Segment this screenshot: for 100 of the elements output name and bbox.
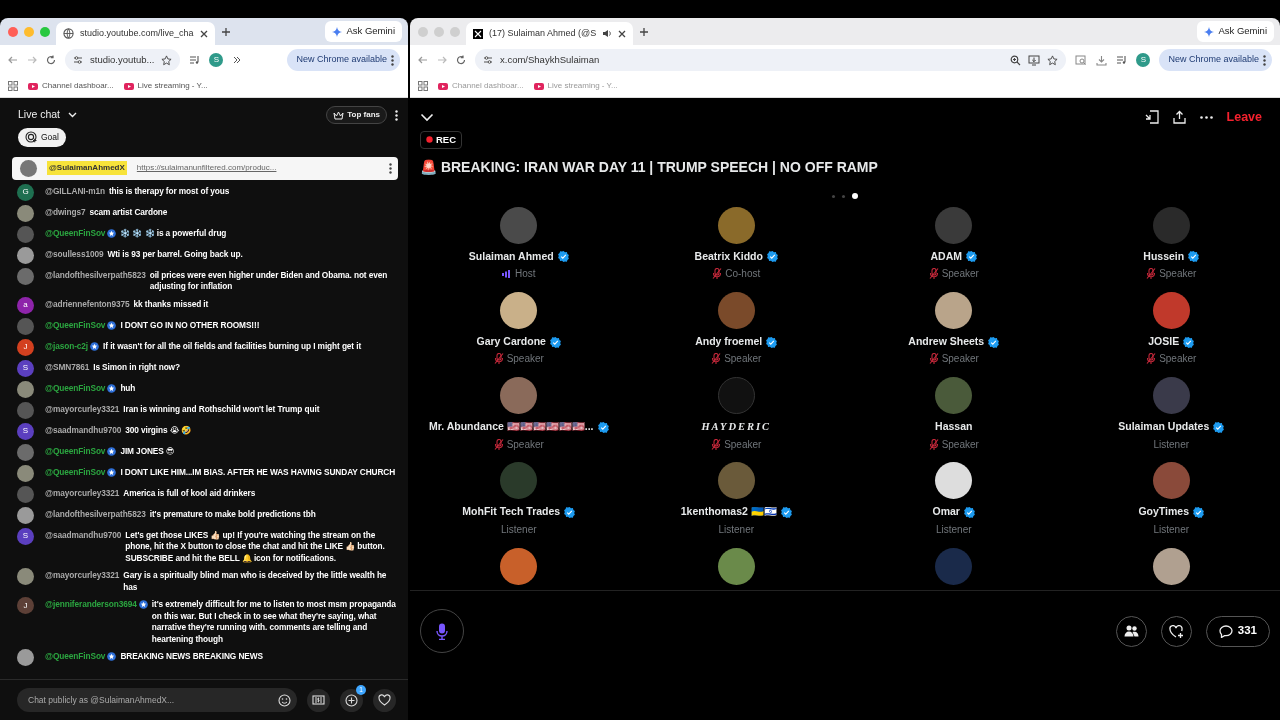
address-bar[interactable]: studio.youtub... xyxy=(65,49,181,71)
site-settings-icon[interactable] xyxy=(73,55,83,65)
avatar xyxy=(17,204,34,222)
participant-name: Andrew Sheets xyxy=(908,334,985,350)
participant-role: Listener xyxy=(718,522,755,537)
page-indicator-dot[interactable] xyxy=(842,194,845,198)
reload-icon[interactable] xyxy=(456,55,466,65)
url-text: studio.youtub... xyxy=(90,52,155,67)
play-logo-icon xyxy=(123,82,134,90)
participant-name: ADAM xyxy=(930,249,962,264)
people-icon xyxy=(1123,625,1139,637)
space-title: 🚨 BREAKING: IRAN WAR DAY 11 | TRUMP SPEECH | NO OFF RAMP xyxy=(420,158,879,177)
chat-author: @jason-c2j xyxy=(45,340,89,353)
heart-plus-icon xyxy=(1168,624,1184,638)
top-fans-button[interactable]: Top fans xyxy=(326,106,387,124)
chat-author: @SulaimanAhmedX xyxy=(47,161,127,176)
react-button[interactable] xyxy=(1160,615,1192,647)
avatar: a xyxy=(17,296,34,314)
chat-author: @SMN7861 xyxy=(45,361,90,374)
update-chrome-button[interactable]: New Chrome available xyxy=(287,49,400,71)
kebab-menu-icon[interactable] xyxy=(395,109,398,121)
back-icon[interactable] xyxy=(8,55,18,65)
new-tab-icon[interactable] xyxy=(639,26,650,37)
zoom-icon[interactable] xyxy=(1010,54,1022,66)
participant-role: Co-host xyxy=(725,267,761,282)
speech-bubble-icon xyxy=(1218,624,1233,638)
chat-message: Iran is winning and Rothschild won't let Trump quit xyxy=(123,403,320,416)
bookmark-link[interactable]: Channel dashboar... xyxy=(28,80,114,92)
apps-icon[interactable] xyxy=(418,81,428,91)
participant-name: MohFit Tech Trades xyxy=(462,504,561,520)
participant-role: Listener xyxy=(1153,522,1190,537)
avatar-photo xyxy=(717,462,755,500)
browser-tab[interactable]: studio.youtube.com/live_cha xyxy=(56,22,215,45)
participant-name: Hassan xyxy=(935,419,973,435)
close-tab-icon[interactable] xyxy=(199,29,208,38)
chat-author: @QueenFinSov xyxy=(45,445,106,458)
address-bar[interactable]: x.com/ShaykhSulaiman xyxy=(475,49,1067,71)
pinned-link[interactable]: https://sulaimanunfiltered.com/produc... xyxy=(136,162,277,175)
kebab-menu-icon[interactable] xyxy=(389,162,392,174)
target-icon xyxy=(25,131,37,144)
page-indicator-dot[interactable] xyxy=(852,193,858,199)
avatar-photo xyxy=(935,292,973,330)
participant-role: Speaker xyxy=(506,352,544,367)
chevrons-icon[interactable] xyxy=(232,55,243,65)
site-settings-icon[interactable] xyxy=(483,55,493,65)
browser-tab[interactable]: (17) Sulaiman Ahmed (@S xyxy=(466,22,634,45)
goal-button[interactable]: Goal xyxy=(18,128,66,147)
heart-button[interactable] xyxy=(373,688,396,712)
kebab-icon xyxy=(1263,54,1266,66)
avatar xyxy=(17,568,34,586)
chat-message: this is therapy for most of yous xyxy=(108,185,230,198)
update-chrome-button[interactable]: New Chrome available xyxy=(1159,49,1272,71)
chat-input-field[interactable]: Chat publicly as @SulaimanAhmedX... xyxy=(26,692,278,708)
microphone-button[interactable] xyxy=(420,609,464,653)
media-control-icon[interactable] xyxy=(189,55,201,65)
download-icon[interactable] xyxy=(1096,54,1108,66)
participant-role: Listener xyxy=(935,522,972,537)
page-indicator-dot[interactable] xyxy=(832,194,835,198)
sparkle-icon xyxy=(1204,26,1215,37)
chat-author: @QueenFinSov xyxy=(45,227,106,240)
chat-author: @soulless1009 xyxy=(45,248,104,261)
super-chat-button[interactable] xyxy=(307,688,330,712)
speaker-icon[interactable] xyxy=(602,29,613,38)
bookmark-star-icon[interactable] xyxy=(1047,54,1059,66)
emoji-icon[interactable] xyxy=(278,693,291,707)
microphone-icon xyxy=(436,622,448,640)
chat-author: @saadmandhu9700 xyxy=(45,424,122,437)
crown-icon xyxy=(333,110,345,120)
chat-author: @adriennefenton9375 xyxy=(45,298,130,311)
install-icon[interactable] xyxy=(1028,54,1041,66)
media-control-icon[interactable] xyxy=(1116,55,1128,65)
avatar xyxy=(17,225,34,243)
minimize-icon[interactable] xyxy=(1144,110,1159,125)
collapse-chevron-icon[interactable] xyxy=(420,112,434,122)
ask-gemini-button[interactable]: Ask Gemini xyxy=(1197,21,1274,42)
chat-title-dropdown[interactable]: Live chat xyxy=(18,107,61,123)
kebab-icon xyxy=(391,54,394,66)
member-badge-icon xyxy=(107,320,117,330)
chevron-down-icon[interactable] xyxy=(68,112,78,118)
share-icon[interactable] xyxy=(1172,110,1186,125)
leave-button[interactable]: Leave xyxy=(1226,108,1262,127)
chat-message: it's premature to make bold predictions tbh xyxy=(149,508,316,521)
avatar-photo xyxy=(717,207,755,244)
new-tab-icon[interactable] xyxy=(220,26,231,37)
close-tab-icon[interactable] xyxy=(618,29,627,38)
avatar-photo xyxy=(500,292,538,330)
chat-message: Wti is 93 per barrel. Going back up. xyxy=(107,248,243,261)
avatar xyxy=(17,317,34,335)
chat-input-bar[interactable]: Chat publicly as @SulaimanAhmedX... xyxy=(17,688,297,712)
people-button[interactable] xyxy=(1115,615,1147,647)
bookmark-star-icon[interactable] xyxy=(161,54,173,66)
more-options-icon[interactable] xyxy=(1199,115,1213,119)
participant-role: Speaker xyxy=(941,437,979,452)
avatar: J xyxy=(17,597,34,615)
ask-gemini-button[interactable]: Ask Gemini xyxy=(325,21,402,42)
apps-icon[interactable] xyxy=(8,81,18,91)
back-icon[interactable] xyxy=(418,55,428,65)
bookmark-link[interactable]: Live streaming - Y... xyxy=(123,80,208,92)
reload-icon[interactable] xyxy=(46,55,56,65)
comments-button[interactable]: 331 xyxy=(1205,615,1270,647)
